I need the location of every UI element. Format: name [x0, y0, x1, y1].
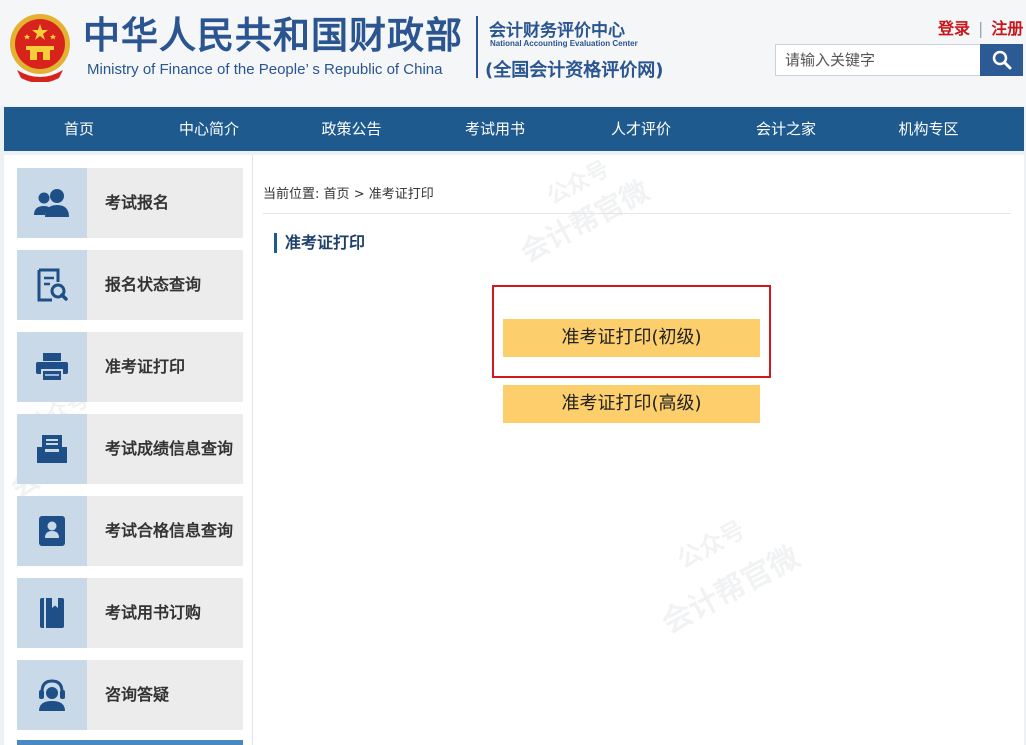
- breadcrumb: 当前位置: 首页 > 准考证打印: [263, 183, 434, 202]
- users-icon: [34, 189, 69, 217]
- nav-item-institutions[interactable]: 机构专区: [841, 107, 1016, 151]
- search-box: [775, 44, 1023, 76]
- sidebar-item-label: 考试报名: [105, 193, 170, 212]
- watermark-text: 会计帮官微: [656, 539, 806, 641]
- breadcrumb-prefix: 当前位置:: [263, 187, 320, 202]
- breadcrumb-home-link[interactable]: 首页: [324, 187, 350, 202]
- breadcrumb-separator: >: [353, 187, 365, 202]
- inbox-icon: [37, 435, 67, 463]
- main-nav: 首页 中心简介 政策公告 考试用书 人才评价 会计之家 机构专区: [4, 107, 1024, 151]
- watermark-text: 会计帮官微: [515, 173, 655, 269]
- printer-icon: [36, 353, 68, 382]
- content-divider: [252, 155, 253, 745]
- center-network-name: (全国会计资格评价网): [485, 60, 664, 81]
- nav-item-about[interactable]: 中心简介: [154, 107, 264, 151]
- breadcrumb-current: 准考证打印: [368, 187, 434, 202]
- certificate-icon: [39, 516, 65, 546]
- sidebar-item-label: 报名状态查询: [105, 275, 202, 294]
- nav-item-talent[interactable]: 人才评价: [551, 107, 731, 151]
- sidebar-item-admission-print[interactable]: 准考证打印: [17, 332, 243, 402]
- sidebar-next-item-strip: [17, 740, 243, 745]
- headset-icon: [39, 679, 65, 711]
- ministry-title-en: Ministry of Finance of the People’ s Rep…: [87, 61, 443, 78]
- nav-item-accountant-home[interactable]: 会计之家: [731, 107, 841, 151]
- auth-separator: |: [978, 19, 984, 38]
- nav-item-policy[interactable]: 政策公告: [264, 107, 439, 151]
- search-input[interactable]: [776, 45, 981, 75]
- national-emblem-icon: [10, 14, 70, 82]
- sidebar-item-pass-query[interactable]: 考试合格信息查询: [17, 496, 243, 566]
- print-admission-advanced-button[interactable]: 准考证打印(高级): [503, 385, 760, 423]
- sidebar-item-label: 考试成绩信息查询: [105, 439, 234, 458]
- sidebar-item-book-order[interactable]: 考试用书订购: [17, 578, 243, 648]
- book-icon: [40, 598, 64, 628]
- sidebar-item-label: 准考证打印: [105, 357, 186, 376]
- register-link[interactable]: 注册: [991, 19, 1023, 38]
- search-button[interactable]: [980, 44, 1023, 76]
- sidebar-item-score-query[interactable]: 考试成绩信息查询: [17, 414, 243, 484]
- page-title: 准考证打印: [274, 233, 365, 253]
- center-title-en: National Accounting Evaluation Center: [490, 39, 638, 48]
- header-divider: [476, 16, 478, 78]
- watermark-text: 公众号: [672, 515, 750, 574]
- center-title-cn: 会计财务评价中心: [489, 21, 625, 41]
- site-header: 中华人民共和国财政部 Ministry of Finance of the Pe…: [0, 0, 1026, 106]
- print-admission-primary-button[interactable]: 准考证打印(初级): [503, 319, 760, 357]
- sidebar-item-status-query[interactable]: 报名状态查询: [17, 250, 243, 320]
- content-area: 公众号 会计帮官微 公众号 会计帮官微 公众号 会计帮官微 考试报名 报名状态: [4, 155, 1024, 745]
- watermark-text: 公众号: [543, 156, 614, 210]
- breadcrumb-divider: [263, 213, 1011, 214]
- sidebar-item-label: 咨询答疑: [105, 685, 170, 704]
- ministry-title-cn: 中华人民共和国财政部: [83, 14, 463, 57]
- sidebar-item-consulting[interactable]: 咨询答疑: [17, 660, 243, 730]
- sidebar-item-label: 考试用书订购: [105, 603, 202, 622]
- nav-item-home[interactable]: 首页: [4, 107, 154, 151]
- nav-item-books[interactable]: 考试用书: [439, 107, 551, 151]
- search-icon: [992, 50, 1011, 70]
- sidebar-item-registration[interactable]: 考试报名: [17, 168, 243, 238]
- sidebar-item-label: 考试合格信息查询: [105, 521, 234, 540]
- document-search-icon: [37, 268, 68, 302]
- login-link[interactable]: 登录: [938, 19, 970, 38]
- auth-links: 登录 | 注册: [938, 15, 1023, 39]
